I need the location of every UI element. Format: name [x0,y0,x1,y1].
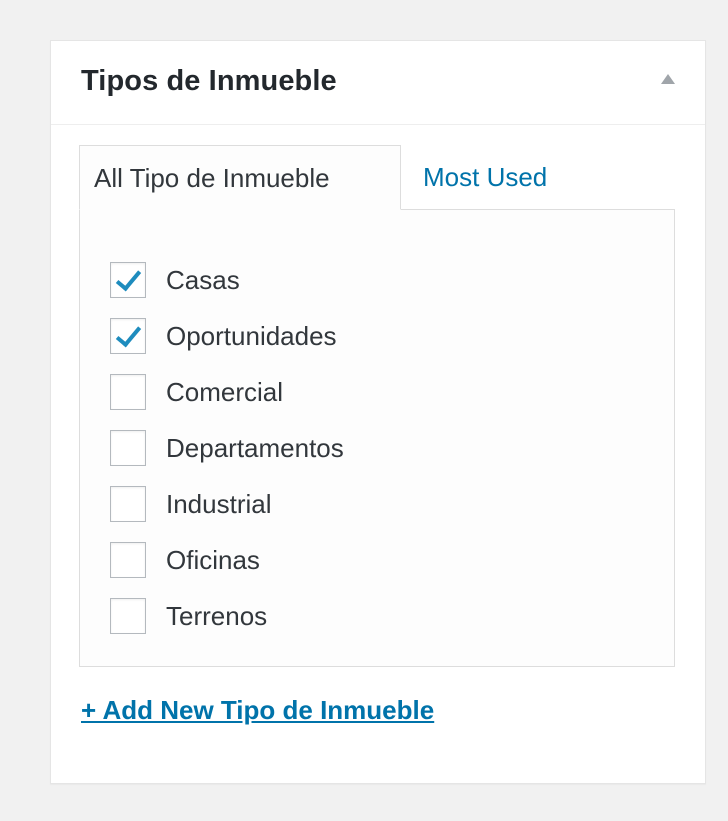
page-background: Tipos de Inmueble All Tipo de Inmueble M… [0,0,728,821]
arrow-up-icon[interactable] [661,74,675,84]
category-label[interactable]: Casas [166,265,240,296]
category-checkbox-casas[interactable] [110,262,146,298]
tab-all[interactable]: All Tipo de Inmueble [79,145,401,210]
category-label[interactable]: Oficinas [166,545,260,576]
category-label[interactable]: Departamentos [166,433,344,464]
list-item: Oportunidades [110,308,344,364]
checkmark-icon [115,320,142,348]
category-checkbox-comercial[interactable] [110,374,146,410]
category-checkbox-oportunidades[interactable] [110,318,146,354]
list-item: Oficinas [110,532,344,588]
category-label[interactable]: Comercial [166,377,283,408]
list-item: Terrenos [110,588,344,644]
list-item: Casas [110,252,344,308]
category-checklist-panel: Casas Oportunidades Comercial Departamen… [79,209,675,667]
taxonomy-metabox: Tipos de Inmueble All Tipo de Inmueble M… [50,40,706,784]
checkmark-icon [115,264,142,292]
add-new-category-link[interactable]: + Add New Tipo de Inmueble [81,695,434,726]
category-label[interactable]: Oportunidades [166,321,337,352]
category-checklist: Casas Oportunidades Comercial Departamen… [110,252,344,644]
list-item: Departamentos [110,420,344,476]
category-checkbox-departamentos[interactable] [110,430,146,466]
category-checkbox-terrenos[interactable] [110,598,146,634]
category-checkbox-industrial[interactable] [110,486,146,522]
list-item: Comercial [110,364,344,420]
category-label[interactable]: Terrenos [166,601,267,632]
category-label[interactable]: Industrial [166,489,272,520]
tab-most-used[interactable]: Most Used [423,145,547,209]
metabox-header: Tipos de Inmueble [51,41,705,125]
metabox-title: Tipos de Inmueble [81,65,337,97]
list-item: Industrial [110,476,344,532]
category-checkbox-oficinas[interactable] [110,542,146,578]
